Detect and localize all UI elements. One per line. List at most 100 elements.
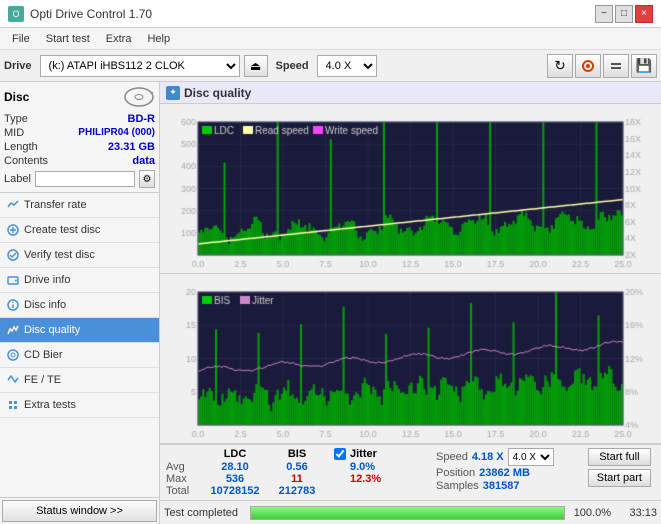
app-title: Opti Drive Control 1.70 — [30, 7, 152, 21]
disc-quality-header: ✦ Disc quality — [160, 82, 661, 104]
main-content: Disc Type BD-R MID PHILIPR04 (000) Lengt… — [0, 82, 661, 524]
disc-quality-icon — [6, 323, 20, 337]
maximize-button[interactable]: □ — [615, 5, 633, 23]
fe-te-icon — [6, 373, 20, 387]
menu-extra[interactable]: Extra — [98, 31, 140, 47]
save-button[interactable]: 💾 — [631, 54, 657, 78]
transfer-rate-icon — [6, 198, 20, 212]
burn-button[interactable] — [575, 54, 601, 78]
max-ldc: 536 — [204, 473, 266, 485]
disc-label-input[interactable] — [35, 171, 135, 187]
charts-area — [160, 104, 661, 444]
menu-file[interactable]: File — [4, 31, 38, 47]
nav-menu: Transfer rate Create test disc Verify te… — [0, 193, 159, 497]
total-bis: 212783 — [266, 485, 328, 497]
status-area: Status window >> — [0, 497, 159, 524]
nav-extra-tests[interactable]: Extra tests — [0, 393, 159, 418]
speed-stat-value: 4.18 X — [472, 451, 504, 463]
samples-label: Samples — [436, 480, 479, 492]
left-panel: Disc Type BD-R MID PHILIPR04 (000) Lengt… — [0, 82, 160, 524]
drive-info-icon — [6, 273, 20, 287]
disc-contents-label: Contents — [4, 155, 48, 167]
disc-type-label: Type — [4, 113, 28, 125]
disc-info-icon — [6, 298, 20, 312]
chart1-canvas — [160, 104, 661, 273]
disc-info-panel: Disc Type BD-R MID PHILIPR04 (000) Lengt… — [0, 82, 159, 193]
position-label: Position — [436, 467, 475, 479]
max-jitter: 12.3% — [334, 473, 428, 485]
avg-jitter: 9.0% — [334, 461, 428, 473]
disc-mid-value: PHILIPR04 (000) — [78, 127, 155, 139]
disc-length-label: Length — [4, 141, 38, 153]
jitter-label: Jitter — [350, 448, 377, 460]
disc-type-row: Type BD-R — [4, 112, 155, 126]
nav-drive-info[interactable]: Drive info — [0, 268, 159, 293]
nav-fe-te[interactable]: FE / TE — [0, 368, 159, 393]
progress-bar-area: Test completed 100.0% 33:13 — [160, 500, 661, 524]
app-icon: O — [8, 6, 24, 22]
nav-disc-info[interactable]: Disc info — [0, 293, 159, 318]
menu-help[interactable]: Help — [139, 31, 178, 47]
nav-create-test-disc[interactable]: Create test disc — [0, 218, 159, 243]
position-value: 23862 MB — [479, 467, 530, 479]
disc-icon — [123, 86, 155, 108]
eject-button[interactable]: ⏏ — [244, 55, 268, 77]
refresh-button[interactable]: ↻ — [547, 54, 573, 78]
menu-start-test[interactable]: Start test — [38, 31, 98, 47]
time-text: 33:13 — [617, 507, 657, 519]
bottom-stats: LDC BIS Avg 28.10 0.56 Max 536 11 Tota — [160, 444, 661, 500]
disc-length-value: 23.31 GB — [108, 141, 155, 153]
speed-label: Speed — [272, 60, 313, 72]
title-bar-controls: − □ × — [595, 5, 653, 23]
minimize-button[interactable]: − — [595, 5, 613, 23]
cd-bier-icon — [6, 348, 20, 362]
jitter-checkbox[interactable] — [334, 448, 346, 460]
drive-select[interactable]: (k:) ATAPI iHBS112 2 CLOK — [40, 55, 240, 77]
max-bis: 11 — [266, 473, 328, 485]
chart2-container — [160, 274, 661, 444]
disc-header: Disc — [4, 86, 155, 108]
chart2-canvas — [160, 274, 661, 443]
nav-cd-bier[interactable]: CD Bier — [0, 343, 159, 368]
speed-stat-label: Speed — [436, 451, 468, 463]
bis-header: BIS — [266, 448, 328, 460]
disc-type-value: BD-R — [128, 113, 156, 125]
start-part-button[interactable]: Start part — [588, 469, 651, 487]
disc-mid-row: MID PHILIPR04 (000) — [4, 126, 155, 140]
settings-button[interactable] — [603, 54, 629, 78]
start-full-button[interactable]: Start full — [588, 448, 651, 466]
verify-test-disc-icon — [6, 248, 20, 262]
drive-label: Drive — [4, 60, 36, 72]
disc-mid-label: MID — [4, 127, 24, 139]
toolbar-buttons: ↻ 💾 — [547, 54, 657, 78]
total-label: Total — [166, 485, 204, 497]
progress-percent: 100.0% — [571, 507, 611, 519]
disc-contents-row: Contents data — [4, 154, 155, 168]
disc-label-button[interactable]: ⚙ — [139, 170, 155, 188]
avg-label: Avg — [166, 461, 204, 473]
status-text: Test completed — [164, 507, 244, 519]
samples-value: 381587 — [483, 480, 520, 492]
ldc-header: LDC — [204, 448, 266, 460]
nav-verify-test-disc[interactable]: Verify test disc — [0, 243, 159, 268]
nav-transfer-rate[interactable]: Transfer rate — [0, 193, 159, 218]
progress-bar-inner — [251, 507, 564, 519]
menu-bar: File Start test Extra Help — [0, 28, 661, 50]
disc-header-title: Disc — [4, 90, 29, 104]
extra-tests-icon — [6, 398, 20, 412]
avg-ldc: 28.10 — [204, 461, 266, 473]
speed-select[interactable]: 4.0 X — [317, 55, 377, 77]
avg-bis: 0.56 — [266, 461, 328, 473]
title-bar-left: O Opti Drive Control 1.70 — [8, 6, 152, 22]
right-panel: ✦ Disc quality LDC BIS — [160, 82, 661, 524]
status-window-button[interactable]: Status window >> — [2, 500, 157, 522]
create-test-disc-icon — [6, 223, 20, 237]
close-button[interactable]: × — [635, 5, 653, 23]
disc-label-row: Label ⚙ — [4, 170, 155, 188]
drive-bar: Drive (k:) ATAPI iHBS112 2 CLOK ⏏ Speed … — [0, 50, 661, 82]
speed-stat-select[interactable]: 4.0 X — [508, 448, 554, 466]
progress-bar-outer — [250, 506, 565, 520]
chart1-container — [160, 104, 661, 274]
nav-disc-quality[interactable]: Disc quality — [0, 318, 159, 343]
title-bar: O Opti Drive Control 1.70 − □ × — [0, 0, 661, 28]
